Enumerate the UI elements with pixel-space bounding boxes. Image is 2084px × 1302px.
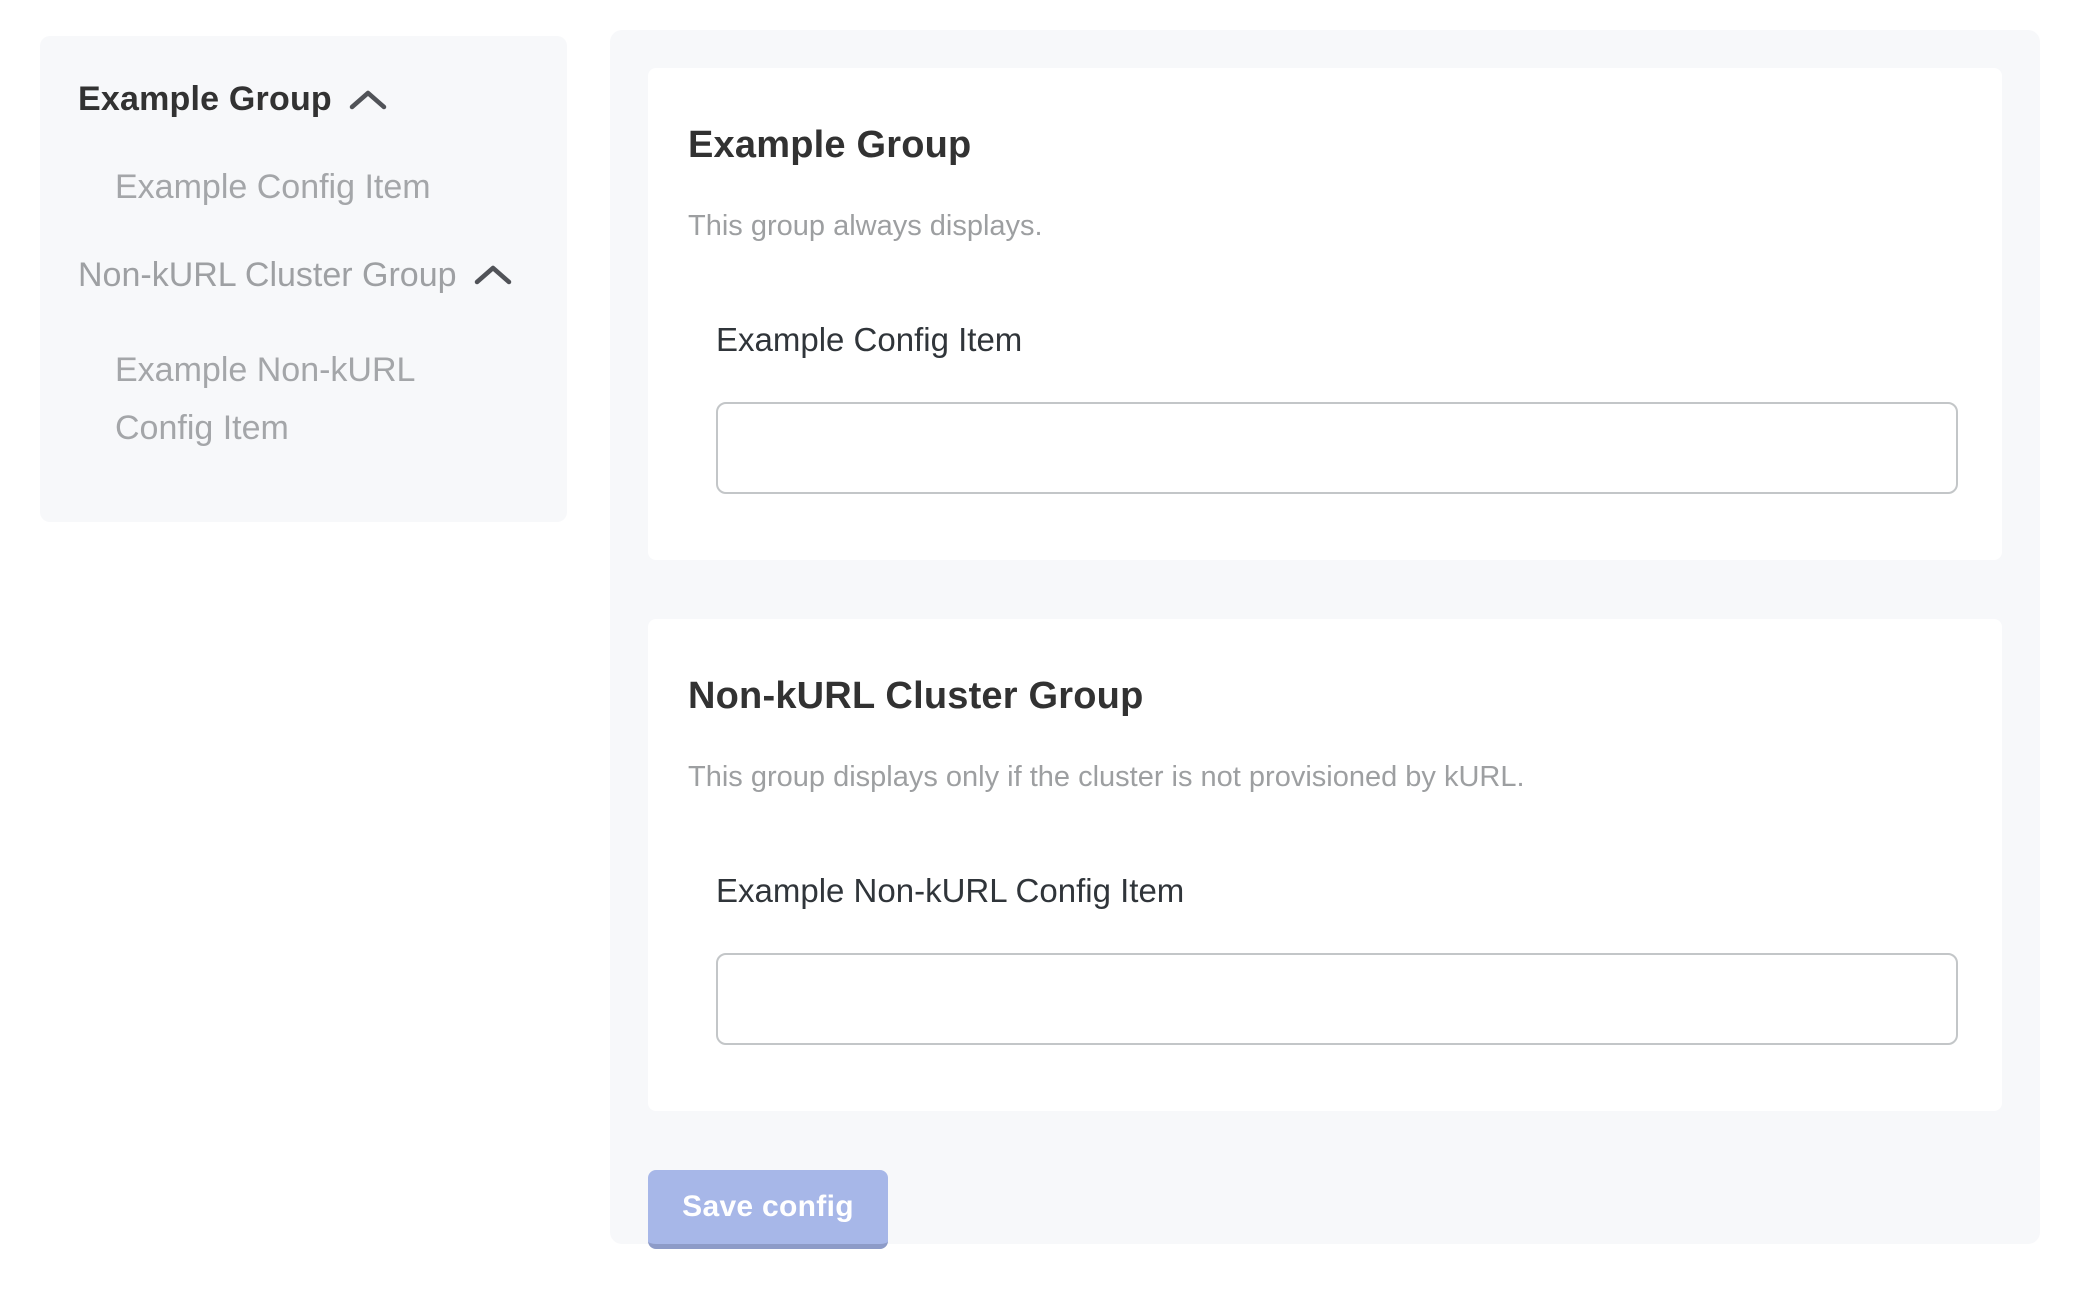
config-main-panel: Example Group This group always displays… [610,30,2040,1244]
group-description: This group displays only if the cluster … [688,759,1958,797]
group-title: Example Group [688,122,1958,170]
config-group-card-example-group: Example Group This group always displays… [648,68,2002,560]
sidebar-group-label: Non-kURL Cluster Group [78,256,457,295]
example-non-kurl-config-item-input[interactable] [716,953,1958,1045]
group-description: This group always displays. [688,208,1958,246]
save-config-button[interactable]: Save config [648,1170,888,1249]
example-config-item-input[interactable] [716,402,1958,494]
sidebar-item-example-non-kurl-config-item[interactable]: Example Non-kURL Config Item [78,341,518,458]
chevron-up-icon [348,88,388,112]
config-item-label: Example Non-kURL Config Item [716,870,1958,913]
config-item-label: Example Config Item [716,319,1958,362]
sidebar-item-example-config-item[interactable]: Example Config Item [78,165,527,210]
config-group-card-non-kurl-cluster-group: Non-kURL Cluster Group This group displa… [648,619,2002,1111]
group-title: Non-kURL Cluster Group [688,673,1958,721]
config-nav-sidebar: Example Group Example Config Item Non-kU… [40,36,567,522]
sidebar-group-non-kurl-cluster-group[interactable]: Non-kURL Cluster Group [78,256,527,295]
sidebar-group-label: Example Group [78,80,332,119]
chevron-up-icon [473,263,513,287]
sidebar-group-example-group[interactable]: Example Group [78,80,527,119]
